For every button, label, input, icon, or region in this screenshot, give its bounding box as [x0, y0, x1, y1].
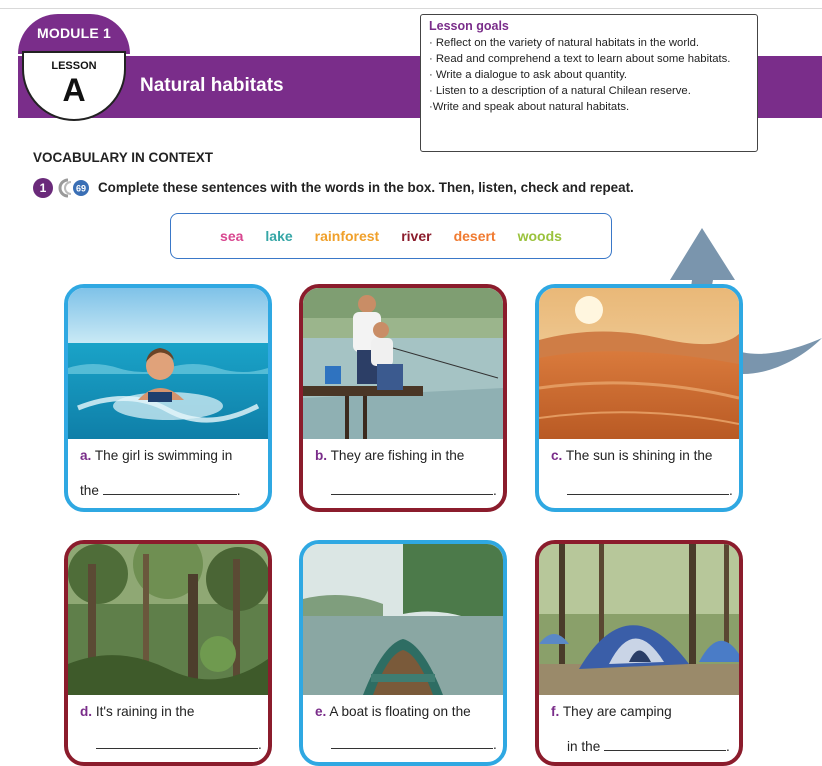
module-tab: MODULE 1 — [18, 14, 130, 54]
card-b: b. They are fishing in the . — [299, 284, 507, 512]
river-fishing-image — [303, 288, 503, 439]
audio-track[interactable]: 69 — [58, 178, 90, 198]
item-letter: e. — [315, 704, 327, 719]
sentence-d: d. It's raining in the — [80, 704, 266, 719]
sentence-text: A boat is floating on the — [326, 704, 471, 719]
sentence-c: c. The sun is shining in the — [551, 448, 737, 463]
sentence-f: f. They are camping — [551, 704, 737, 719]
card-e: e. A boat is floating on the . — [299, 540, 507, 766]
sentence-text: They are camping — [559, 704, 672, 719]
card-c: c. The sun is shining in the . — [535, 284, 743, 512]
word-rainforest: rainforest — [314, 228, 380, 244]
blank-prefix: the — [80, 483, 103, 498]
photo-desert — [539, 288, 739, 439]
item-letter: b. — [315, 448, 328, 463]
lesson-letter: A — [62, 72, 86, 108]
woods-camping-image — [539, 544, 739, 695]
module-label: MODULE 1 — [37, 25, 111, 41]
answer-blank-e[interactable]: . — [331, 736, 497, 752]
sentence-a: a. The girl is swimming in — [80, 448, 266, 463]
card-a: a. The girl is swimming in the . — [64, 284, 272, 512]
page-title: Natural habitats — [140, 75, 284, 96]
card-f: f. They are camping in the . — [535, 540, 743, 766]
sentence-text: The girl is swimming in — [91, 448, 233, 463]
word-lake: lake — [265, 228, 293, 244]
lesson-goals-title: Lesson goals — [429, 19, 509, 33]
lesson-goals-box: Lesson goals · Reflect on the variety of… — [420, 14, 758, 152]
answer-blank-c[interactable]: . — [567, 482, 733, 498]
card-d: d. It's raining in the . — [64, 540, 272, 766]
sentence-text: The sun is shining in the — [562, 448, 713, 463]
sea-swimmer-image — [68, 288, 268, 439]
section-heading: VOCABULARY IN CONTEXT — [33, 150, 214, 165]
photo-woods — [539, 544, 739, 695]
lesson-word: LESSON — [51, 60, 97, 72]
exercise-number: 1 — [33, 178, 53, 198]
goal-item: · Listen to a description of a natural C… — [429, 85, 691, 97]
answer-blank-f[interactable]: in the . — [567, 738, 730, 754]
lake-boat-image — [303, 544, 503, 695]
item-letter: a. — [80, 448, 92, 463]
track-number: 69 — [76, 184, 86, 194]
word-box: sea lake rainforest river desert woods — [170, 213, 612, 259]
audio-cd-icon: 69 — [58, 178, 89, 198]
photo-rainforest — [68, 544, 268, 695]
word-river: river — [401, 228, 432, 244]
word-woods: woods — [517, 228, 562, 244]
rainforest-image — [68, 544, 268, 695]
photo-river — [303, 288, 503, 439]
answer-blank-a[interactable]: the . — [80, 482, 240, 498]
photo-lake — [303, 544, 503, 695]
sentence-text: They are fishing in the — [327, 448, 465, 463]
item-letter: d. — [80, 704, 93, 719]
sentence-text: It's raining in the — [92, 704, 195, 719]
item-letter: c. — [551, 448, 563, 463]
word-desert: desert — [453, 228, 496, 244]
sentence-e: e. A boat is floating on the — [315, 704, 501, 719]
instruction-text: Complete these sentences with the words … — [98, 180, 634, 195]
word-sea: sea — [220, 228, 244, 244]
blank-prefix: in the — [567, 739, 605, 754]
photo-sea — [68, 288, 268, 439]
desert-dunes-image — [539, 288, 739, 439]
top-divider — [0, 8, 822, 9]
sentence-b: b. They are fishing in the — [315, 448, 501, 463]
answer-blank-d[interactable]: . — [96, 736, 262, 752]
goal-item: · Read and comprehend a text to learn ab… — [429, 53, 731, 65]
answer-blank-b[interactable]: . — [331, 482, 497, 498]
goal-item: · Write a dialogue to ask about quantity… — [429, 69, 628, 81]
goal-item: ·Write and speak about natural habitats. — [429, 101, 630, 113]
lesson-goals-list: · Reflect on the variety of natural habi… — [429, 35, 749, 115]
goal-item: · Reflect on the variety of natural habi… — [429, 37, 700, 49]
